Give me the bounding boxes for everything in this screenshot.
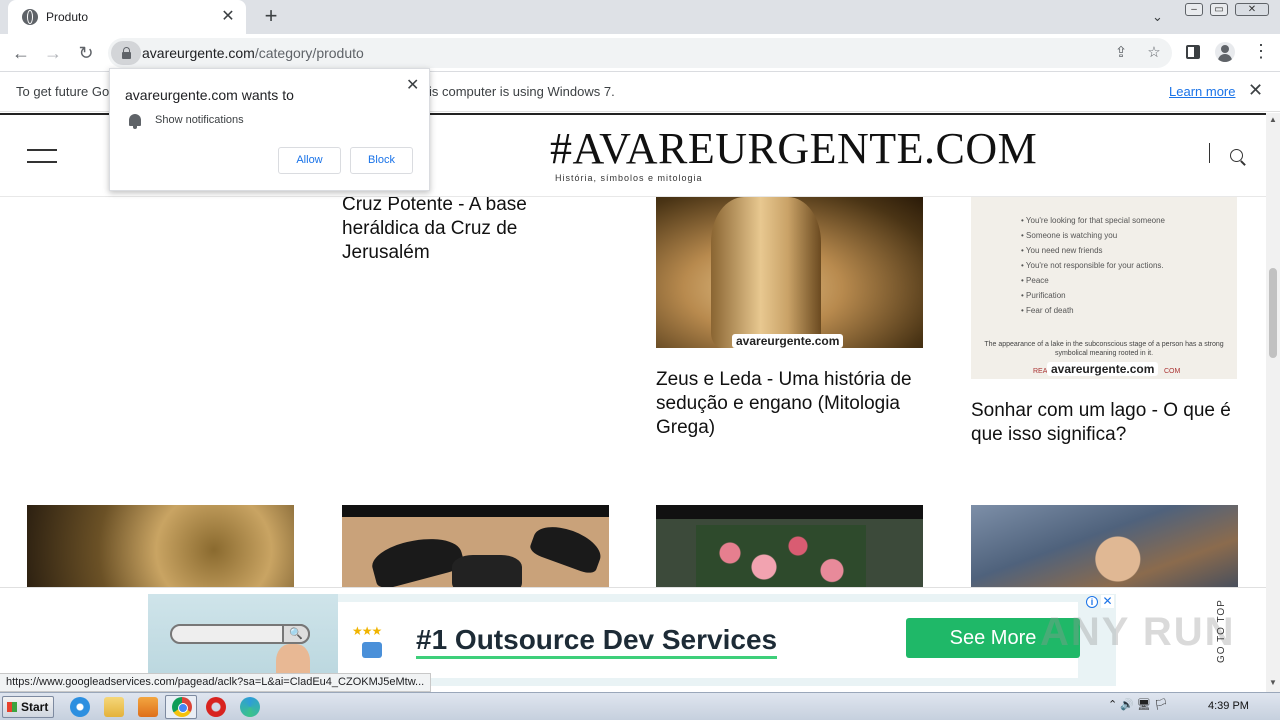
system-tray-icons[interactable]: ⌃ 🔊 🖥 🏳 (1108, 698, 1168, 711)
stars-icon: ★★★ (352, 624, 382, 638)
url-text[interactable]: avareurgente.com/category/produto (142, 45, 364, 61)
share-icon[interactable]: ⇪ (1111, 43, 1131, 61)
block-button[interactable]: Block (350, 147, 413, 174)
tab-search-chevron-icon[interactable]: ⌄ (1152, 9, 1163, 25)
url-path: /category/produto (254, 45, 364, 61)
minimize-button[interactable]: – (1185, 3, 1203, 16)
post-title-lake[interactable]: Sonhar com um lago - O que é que isso si… (971, 399, 1237, 447)
tab-strip: Produto ✕ + ⌄ – ▭ ✕ (0, 0, 1280, 34)
infobar-text-right: is computer is using Windows 7. (429, 84, 615, 99)
allow-button[interactable]: Allow (278, 147, 341, 174)
ad-search-icon: 🔍 (282, 624, 310, 644)
tab-close-icon[interactable]: ✕ (220, 9, 236, 25)
search-icon[interactable] (1230, 149, 1243, 162)
lake-footer-left: REA (1033, 368, 1048, 375)
post-title-zeus-leda[interactable]: Zeus e Leda - Uma história de sedução e … (656, 368, 926, 440)
taskbar-clock[interactable]: 4:39 PM (1208, 700, 1249, 712)
image-watermark: avareurgente.com (732, 334, 844, 348)
restore-button[interactable]: ▭ (1210, 3, 1228, 16)
post-image-zeus-leda[interactable]: avareurgente.com (656, 197, 923, 348)
thumbs-up-icon (362, 642, 382, 658)
lake-list: You're looking for that special someone … (1021, 213, 1165, 318)
profile-avatar-icon[interactable] (1215, 42, 1235, 62)
new-tab-button[interactable]: + (260, 5, 282, 29)
site-tagline: História, símbolos e mitologia (555, 173, 703, 183)
hamburger-menu-icon[interactable] (27, 149, 57, 163)
post-image-bowl[interactable] (27, 505, 294, 587)
infobar-text-left: To get future Go (16, 84, 110, 99)
folder-icon[interactable] (104, 697, 124, 717)
window-close-button[interactable]: ✕ (1235, 3, 1269, 16)
site-logo[interactable]: #AVAREURGENTE.COM (550, 123, 1037, 174)
globe-icon (22, 9, 38, 25)
bell-icon (129, 114, 141, 129)
go-to-top-label: GO TO TOP (1216, 599, 1227, 663)
post-title-cruz-potente[interactable]: Cruz Potente - A base heráldica da Cruz … (342, 197, 602, 265)
scroll-up-arrow-icon[interactable]: ▲ (1269, 115, 1277, 124)
ad-headline[interactable]: #1 Outsource Dev Services (416, 624, 778, 659)
go-to-top-button[interactable]: GO TO TOP (1216, 595, 1230, 665)
side-panel-icon[interactable] (1186, 45, 1200, 59)
page-scrollbar[interactable]: ▲ ▼ (1266, 113, 1280, 700)
start-button[interactable]: Start (2, 696, 54, 718)
browser-toolbar: ← → ↻ avareurgente.com/category/produto … (0, 34, 1280, 72)
learn-more-link[interactable]: Learn more (1169, 84, 1235, 99)
notification-title: avareurgente.com wants to (125, 87, 294, 103)
image-watermark: avareurgente.com (1047, 362, 1159, 376)
tab-title: Produto (46, 10, 89, 24)
media-player-icon[interactable] (138, 697, 158, 717)
bookmark-star-icon[interactable]: ☆ (1144, 43, 1164, 61)
header-divider (1209, 143, 1210, 163)
chrome-icon[interactable] (172, 697, 192, 717)
post-image-shoes[interactable] (342, 505, 609, 587)
ad-info-icon[interactable]: i (1086, 596, 1098, 608)
notification-permission-popup: avareurgente.com wants to ✕ Show notific… (109, 68, 430, 191)
lake-note: The appearance of a lake in the subconsc… (984, 341, 1224, 357)
internet-explorer-icon[interactable] (70, 697, 90, 717)
address-bar[interactable]: avareurgente.com/category/produto ⇪ ☆ (108, 38, 1172, 68)
post-image-painting[interactable] (971, 505, 1238, 587)
windows-taskbar: Start ⌃ 🔊 🖥 🏳 4:39 PM (0, 692, 1280, 720)
reload-icon[interactable]: ↻ (73, 40, 99, 66)
notification-close-icon[interactable]: ✕ (406, 75, 419, 95)
post-image-lake[interactable]: You're looking for that special someone … (971, 197, 1237, 379)
forward-arrow-icon[interactable]: → (40, 40, 66, 66)
status-url-bubble: https://www.googleadservices.com/pagead/… (0, 673, 432, 692)
anyrun-watermark: ANY RUN (1040, 610, 1236, 654)
infobar-close-icon[interactable]: ✕ (1248, 80, 1263, 101)
ad-panel: ★★★ #1 Outsource Dev Services See More (338, 602, 1080, 678)
tab-produto[interactable]: Produto ✕ (8, 0, 246, 34)
lake-footer-right: COM (1164, 368, 1181, 375)
scroll-down-arrow-icon[interactable]: ▼ (1269, 678, 1277, 687)
menu-kebab-icon[interactable]: ⋮ (1252, 42, 1270, 60)
posts-grid: Cruz Potente - A base heráldica da Cruz … (0, 197, 1266, 587)
opera-icon[interactable] (206, 697, 226, 717)
notification-permission-text: Show notifications (155, 114, 244, 126)
back-arrow-icon[interactable]: ← (8, 40, 34, 66)
site-info-button[interactable] (111, 41, 141, 65)
edge-icon[interactable] (240, 697, 260, 717)
post-image-flowers[interactable] (656, 505, 923, 587)
ad-close-icon[interactable]: ✕ (1101, 595, 1114, 608)
scroll-thumb[interactable] (1269, 268, 1277, 358)
url-domain: avareurgente.com (142, 45, 255, 61)
